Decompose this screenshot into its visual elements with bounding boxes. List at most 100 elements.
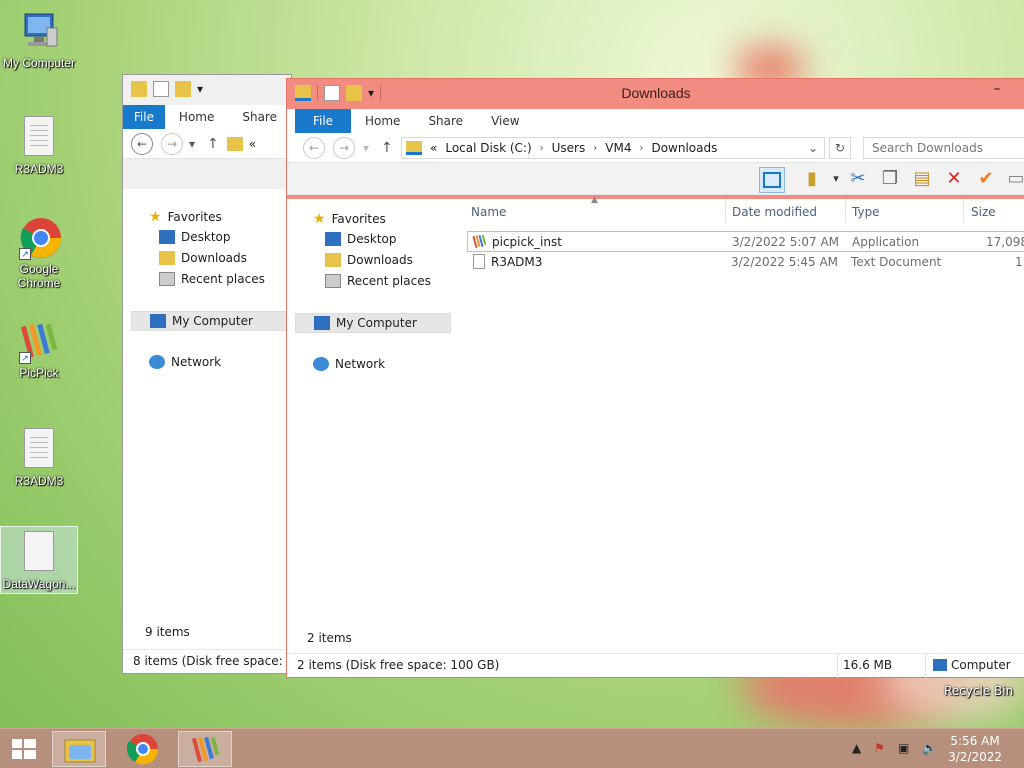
copy-icon[interactable]: ❐: [877, 167, 903, 193]
paste-icon[interactable]: ▤: [909, 167, 935, 193]
search-input[interactable]: Search Downloads: [863, 137, 1024, 159]
column-header-size[interactable]: Size: [971, 205, 996, 219]
up-arrow-icon[interactable]: ↑: [207, 136, 219, 152]
desktop-icon-r3adm3[interactable]: R3ADM3: [0, 116, 78, 176]
column-header-type[interactable]: Type: [852, 205, 880, 219]
desktop-icon-label: DataWagon...: [2, 577, 76, 591]
system-clock[interactable]: 5:56 AM 3/2/2022: [948, 733, 1002, 765]
explorer-window-downloads[interactable]: ▾ Downloads – File Home Share View ← → ▾…: [286, 78, 1024, 678]
nav-desktop[interactable]: Desktop: [159, 230, 231, 244]
chevron-down-icon[interactable]: ▾: [189, 137, 195, 151]
nav-my-computer[interactable]: My Computer: [295, 313, 451, 333]
action-center-flag-icon[interactable]: ⚑: [874, 741, 885, 755]
taskbar-file-explorer[interactable]: [52, 731, 106, 767]
file-size: 1: [1015, 255, 1023, 269]
breadcrumb-local-disk[interactable]: Local Disk (C:): [445, 141, 531, 155]
breadcrumb-downloads[interactable]: Downloads: [651, 141, 717, 155]
speaker-muted-icon[interactable]: 🔈: [922, 741, 937, 755]
nav-label: My Computer: [172, 314, 253, 328]
chevron-down-icon[interactable]: ▾: [197, 82, 203, 96]
chevron-right-icon[interactable]: ›: [639, 143, 643, 154]
forward-arrow-icon[interactable]: →: [333, 136, 355, 159]
title-bar[interactable]: ▾: [123, 75, 291, 105]
window-title: Downloads: [621, 85, 691, 101]
star-icon: ★: [313, 211, 326, 227]
address-prefix[interactable]: «: [430, 141, 437, 155]
delete-icon[interactable]: ✕: [941, 167, 967, 193]
nav-network[interactable]: Network: [149, 355, 221, 369]
desktop-icon-picpick[interactable]: ↗ PicPick: [0, 320, 78, 380]
nav-desktop[interactable]: Desktop: [325, 232, 397, 246]
folder-options-button[interactable]: ▮: [799, 167, 825, 193]
nav-downloads[interactable]: Downloads: [159, 251, 247, 265]
desktop-icon: [159, 230, 175, 244]
chevron-right-icon[interactable]: ›: [593, 143, 597, 154]
desktop-icon-recycle-bin[interactable]: Recycle Bin: [944, 684, 1013, 698]
tab-share[interactable]: Share: [228, 105, 291, 129]
desktop-icon-google-chrome[interactable]: ↗ Google Chrome: [0, 216, 78, 290]
minimize-button[interactable]: –: [987, 81, 1007, 101]
column-header-date-modified[interactable]: Date modified: [732, 205, 817, 219]
checkmark-icon[interactable]: ✔: [973, 167, 999, 193]
column-header-name[interactable]: Name: [471, 205, 506, 219]
taskbar-picpick[interactable]: [178, 731, 232, 767]
column-divider[interactable]: [963, 199, 964, 223]
new-folder-icon[interactable]: [175, 81, 191, 97]
item-count: 9 items: [145, 625, 190, 639]
properties-icon[interactable]: [153, 81, 169, 97]
nav-downloads[interactable]: Downloads: [325, 253, 413, 267]
desktop-icon-r3adm3-2[interactable]: R3ADM3: [0, 428, 78, 488]
tab-home[interactable]: Home: [351, 109, 414, 133]
nav-recent-places[interactable]: Recent places: [325, 274, 431, 288]
desktop-icon-datawagon[interactable]: DataWagon...: [0, 526, 78, 594]
nav-label: Downloads: [181, 251, 247, 265]
item-count: 2 items: [307, 631, 352, 645]
start-button[interactable]: [0, 731, 48, 767]
tab-view[interactable]: View: [477, 109, 533, 133]
network-status-icon[interactable]: ▣: [898, 741, 909, 755]
nav-label: Favorites: [167, 210, 222, 224]
folder-icon[interactable]: [131, 81, 147, 97]
title-bar[interactable]: ▾ Downloads –: [287, 79, 1024, 109]
address-prefix[interactable]: «: [249, 137, 256, 151]
back-arrow-icon[interactable]: ←: [131, 132, 153, 155]
file-row-r3adm3[interactable]: R3ADM3 3/2/2022 5:45 AM Text Document 1: [467, 252, 1024, 273]
taskbar: ▲ ⚑ ▣ 🔈 5:56 AM 3/2/2022: [0, 728, 1024, 768]
nav-favorites[interactable]: ★ Favorites: [149, 209, 222, 225]
tab-home[interactable]: Home: [165, 105, 228, 129]
forward-arrow-icon[interactable]: →: [161, 132, 183, 155]
up-arrow-icon[interactable]: ↑: [381, 140, 393, 156]
cut-icon[interactable]: ✂: [845, 167, 871, 193]
desktop-icon-label: R3ADM3: [14, 474, 64, 488]
back-arrow-icon[interactable]: ←: [303, 136, 325, 159]
tab-share[interactable]: Share: [414, 109, 477, 133]
breadcrumb-vm4[interactable]: VM4: [605, 141, 631, 155]
network-icon: [149, 355, 165, 369]
preview-pane-button[interactable]: [759, 167, 785, 193]
status-size: 16.6 MB: [843, 658, 893, 672]
chevron-right-icon[interactable]: ›: [540, 143, 544, 154]
column-divider[interactable]: [845, 199, 846, 223]
taskbar-google-chrome[interactable]: [116, 731, 170, 767]
shortcut-arrow-icon: ↗: [19, 352, 31, 364]
chrome-icon: [126, 734, 159, 765]
refresh-button[interactable]: ↻: [829, 137, 851, 159]
nav-recent-places[interactable]: Recent places: [159, 272, 265, 286]
nav-my-computer[interactable]: My Computer: [131, 311, 291, 331]
tab-file[interactable]: File: [123, 105, 165, 129]
breadcrumb-users[interactable]: Users: [552, 141, 586, 155]
show-hidden-icons-icon[interactable]: ▲: [852, 741, 861, 755]
column-divider[interactable]: [725, 199, 726, 223]
file-row-picpick-inst[interactable]: picpick_inst 3/2/2022 5:07 AM Applicatio…: [467, 231, 1024, 252]
chevron-down-icon[interactable]: ⌄: [808, 141, 818, 155]
address-bar[interactable]: « Local Disk (C:) › Users › VM4 › Downlo…: [401, 137, 825, 159]
tab-file[interactable]: File: [295, 109, 351, 133]
desktop-icon-label: R3ADM3: [14, 162, 64, 176]
rename-icon[interactable]: ▭: [1003, 167, 1024, 193]
nav-favorites[interactable]: ★ Favorites: [313, 211, 386, 227]
clock-date: 3/2/2022: [948, 750, 1002, 764]
nav-network[interactable]: Network: [313, 357, 385, 371]
explorer-window-background[interactable]: ▾ File Home Share ← → ▾ ↑ « ★ Favorites …: [122, 74, 313, 674]
chevron-down-icon[interactable]: ▾: [363, 141, 369, 155]
desktop-icon-my-computer[interactable]: My Computer: [0, 10, 78, 70]
